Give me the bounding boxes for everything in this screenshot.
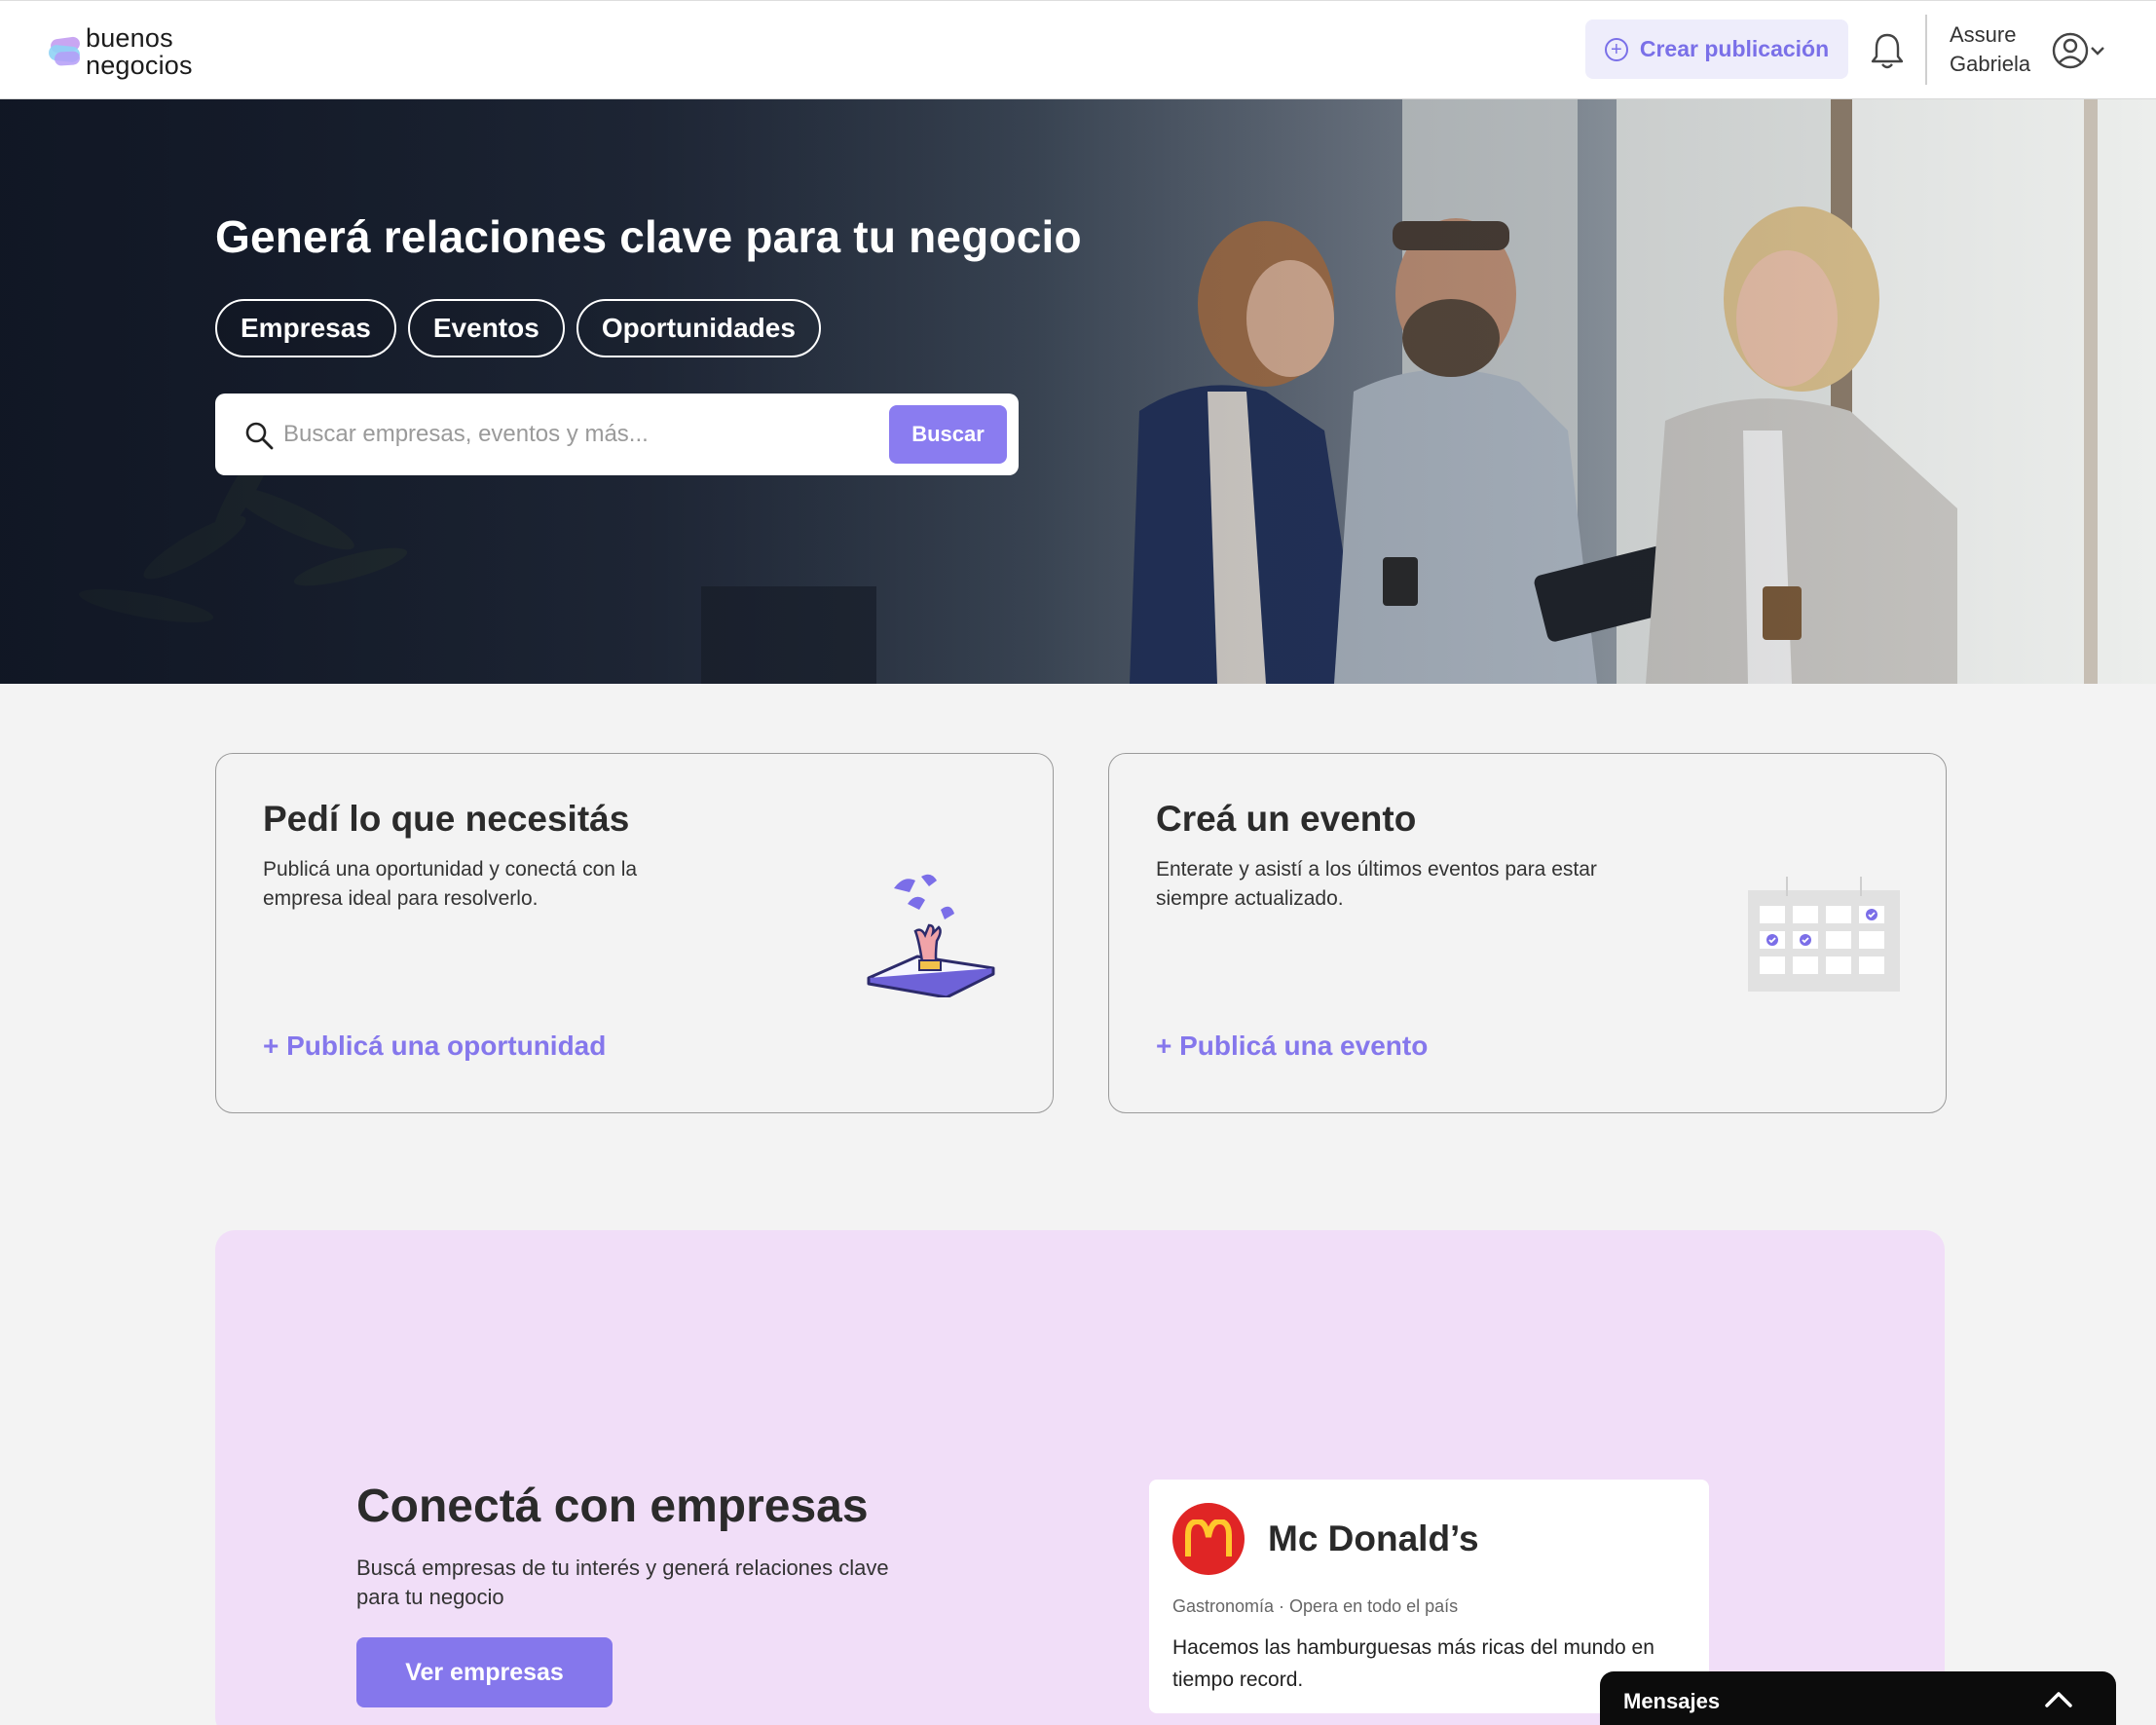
chip-oportunidades[interactable]: Oportunidades: [576, 299, 821, 357]
company-name: Mc Donald’s: [1268, 1519, 1479, 1558]
logo-mark-icon: [47, 30, 84, 73]
user-first-name: Assure: [1950, 22, 2017, 47]
plus-circle-icon: +: [1604, 37, 1628, 61]
hero-banner: Generá relaciones clave para tu negocio …: [0, 99, 2156, 684]
connect-companies-section: Conectá con empresas Buscá empresas de t…: [215, 1230, 1945, 1725]
create-publication-button[interactable]: + Crear publicación: [1585, 19, 1848, 79]
opportunity-card-title: Pedí lo que necesitás: [263, 799, 630, 839]
hand-phone-icon: [867, 874, 995, 997]
user-name[interactable]: Assure Gabriela: [1950, 20, 2030, 79]
category-chips: Empresas Eventos Oportunidades: [215, 299, 821, 357]
logo-text: buenos negocios: [86, 24, 193, 79]
company-logo: [1172, 1503, 1245, 1575]
event-card: Creá un evento Enterate y asistí a los ú…: [1108, 753, 1947, 1113]
top-navbar: buenos negocios + Crear publicación Assu…: [0, 0, 2156, 99]
chip-eventos[interactable]: Eventos: [407, 299, 565, 357]
opportunity-card: Pedí lo que necesitás Publicá una oportu…: [215, 753, 1054, 1113]
user-avatar-icon[interactable]: [2051, 30, 2109, 71]
user-last-name: Gabriela: [1950, 52, 2031, 76]
connect-title: Conectá con empresas: [356, 1481, 869, 1532]
search-bar: Buscar: [215, 394, 1019, 475]
publish-opportunity-link[interactable]: + Publicá una oportunidad: [263, 1031, 606, 1062]
chevron-down-icon: [2091, 47, 2104, 56]
calendar-icon: [1748, 877, 1900, 992]
search-input[interactable]: [283, 411, 799, 458]
logo-line-1: buenos: [86, 23, 173, 53]
logo-line-2: negocios: [86, 51, 193, 80]
create-publication-label: Crear publicación: [1639, 36, 1830, 61]
hero-photo: [0, 99, 2156, 684]
event-card-description: Enterate y asistí a los últimos eventos …: [1156, 858, 1597, 910]
bell-icon[interactable]: [1868, 30, 1907, 71]
event-card-title: Creá un evento: [1156, 799, 1417, 839]
opportunity-card-description: Publicá una oportunidad y conectá con la…: [263, 858, 638, 910]
mcdonalds-arches-icon: [1185, 1519, 1232, 1556]
search-button[interactable]: Buscar: [889, 405, 1007, 464]
header-divider: [1925, 15, 1927, 85]
connect-description: Buscá empresas de tu interés y generá re…: [356, 1556, 889, 1609]
search-icon: [245, 422, 274, 450]
messages-panel-toggle[interactable]: Mensajes: [1600, 1671, 2116, 1725]
messages-label: Mensajes: [1623, 1689, 1721, 1713]
hero-title: Generá relaciones clave para tu negocio: [215, 211, 1082, 262]
company-meta: Gastronomía · Opera en todo el país: [1172, 1596, 1459, 1616]
chip-empresas[interactable]: Empresas: [215, 299, 396, 357]
logo[interactable]: buenos negocios: [47, 24, 193, 79]
view-companies-button[interactable]: Ver empresas: [356, 1637, 613, 1707]
publish-event-link[interactable]: + Publicá una evento: [1156, 1031, 1428, 1062]
chevron-up-icon: [2045, 1692, 2072, 1707]
